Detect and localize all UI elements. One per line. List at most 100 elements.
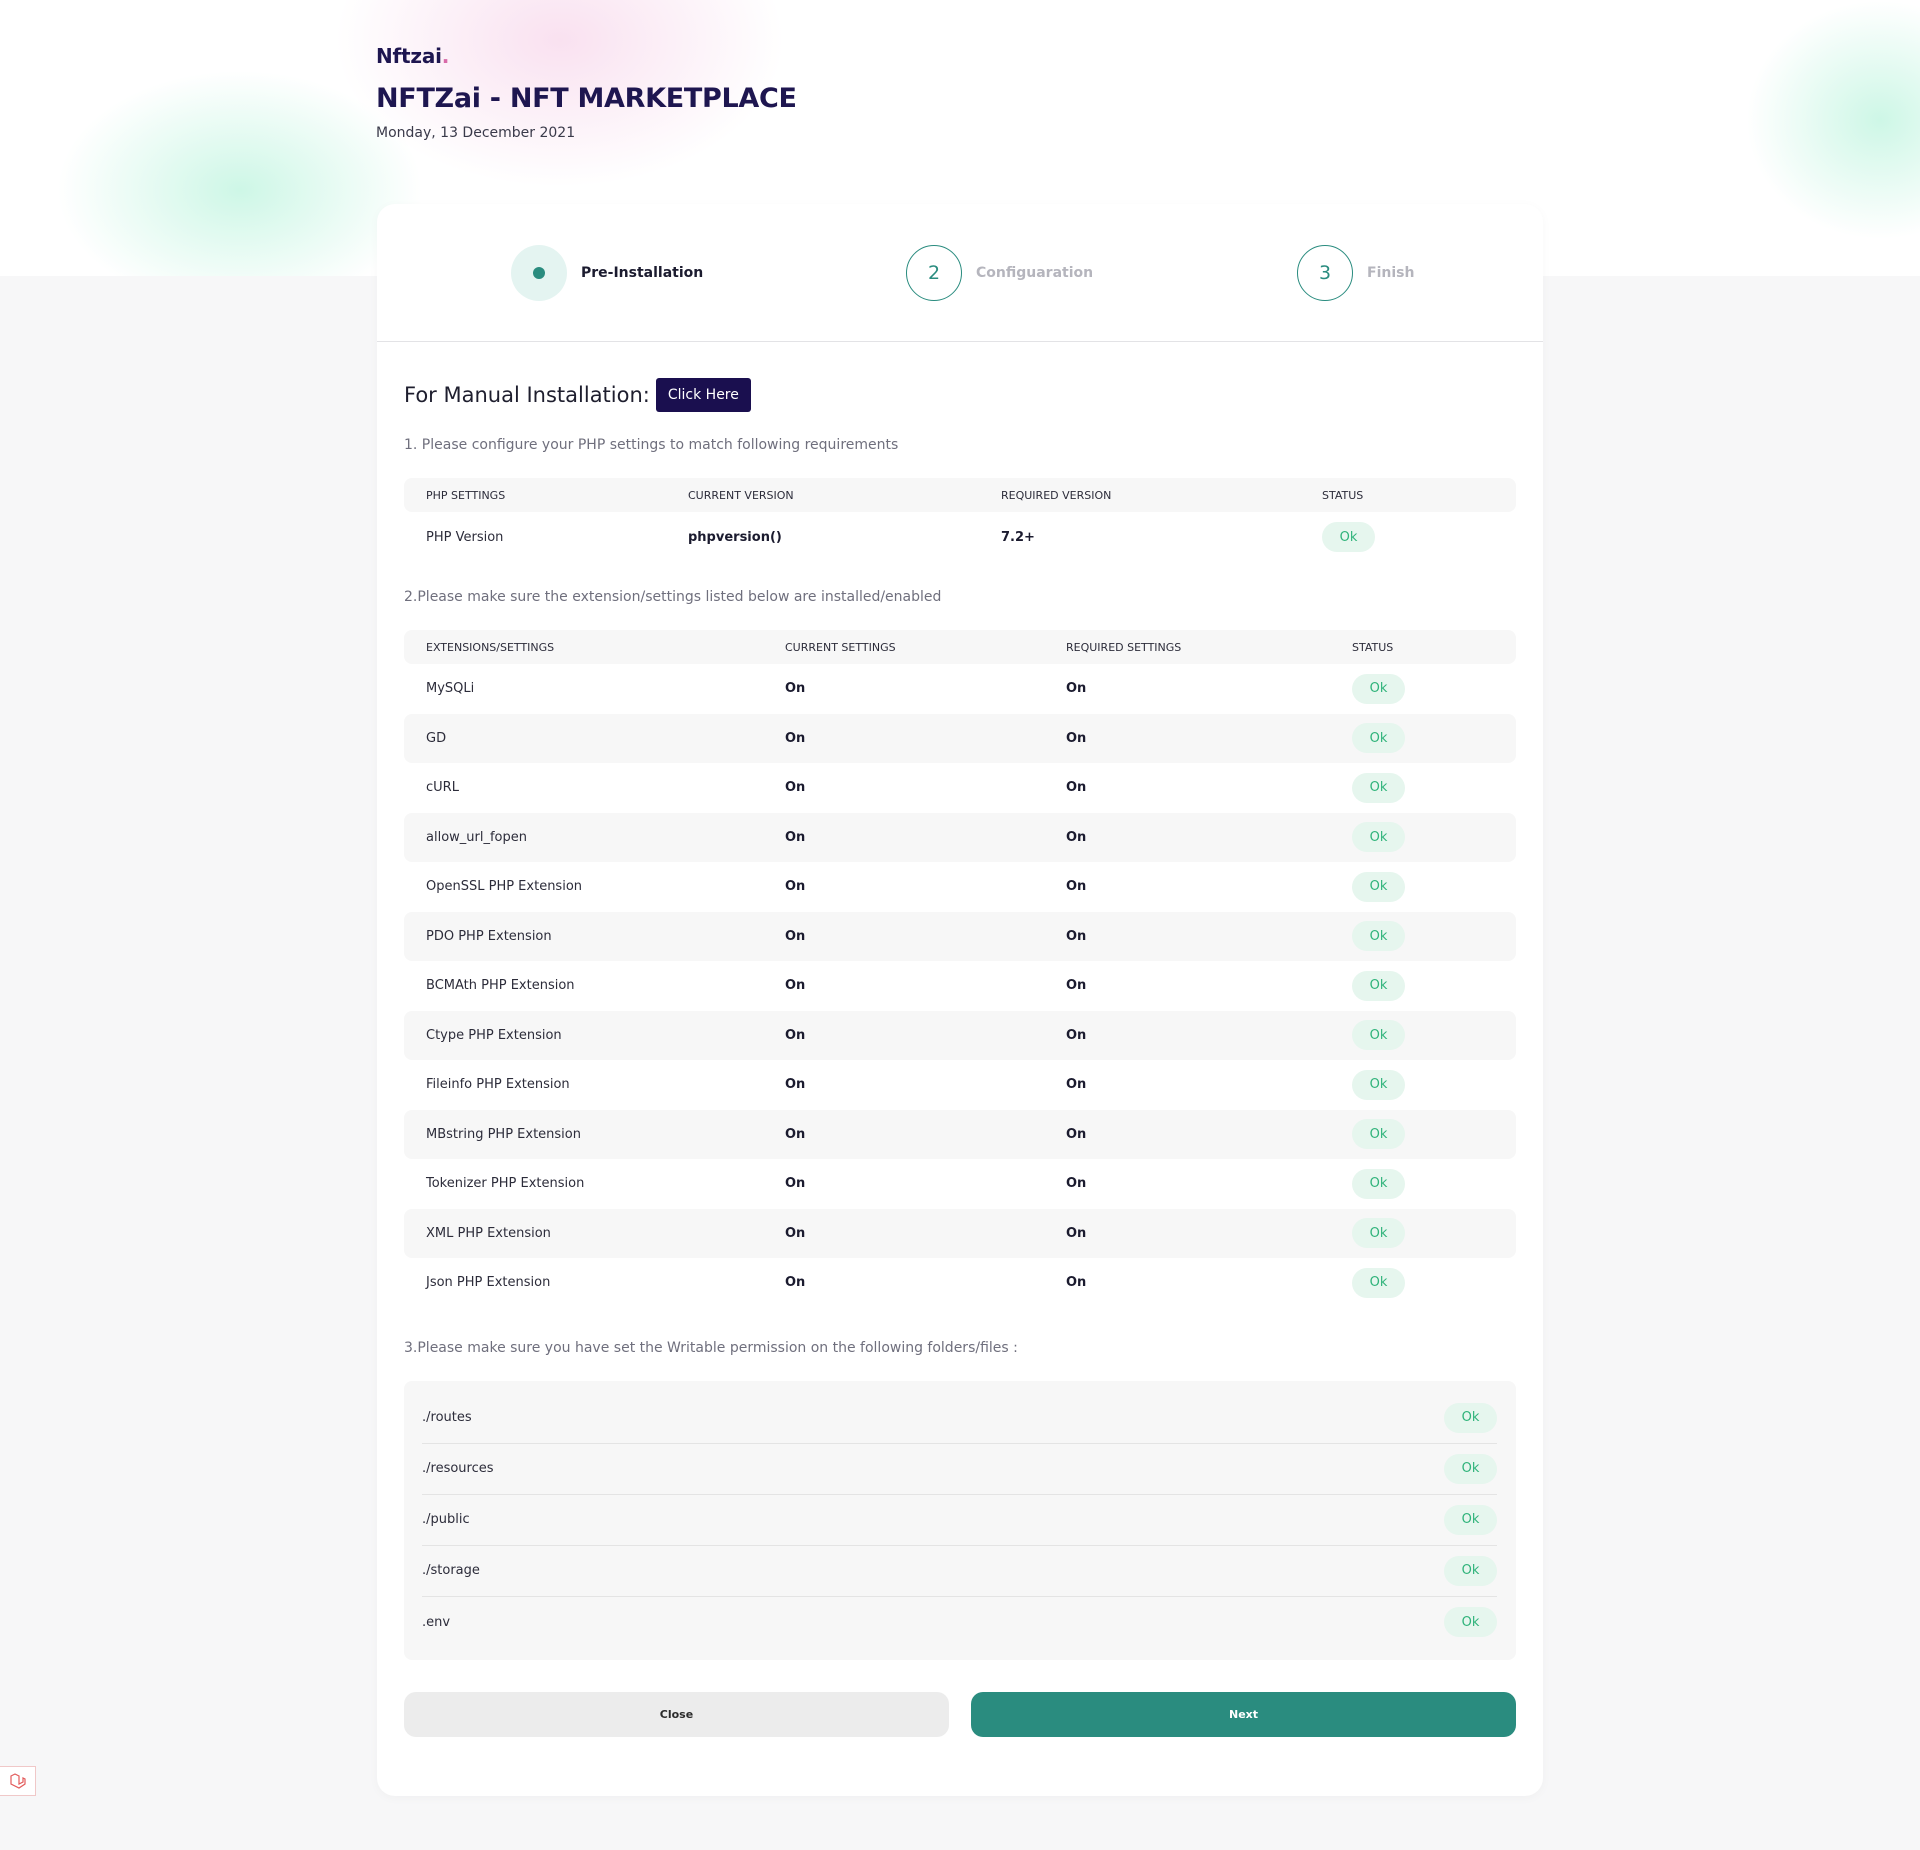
step-label: Pre-Installation: [581, 265, 704, 281]
logo[interactable]: Nftzai.: [376, 44, 797, 68]
required-setting: On: [1066, 1077, 1087, 1093]
dot-icon: [533, 267, 545, 279]
extensions-rows: MySQLi On On Ok GD On On Ok cURL On On Ok allow_url_…: [404, 664, 1516, 1308]
status-badge: Ok: [1352, 1267, 1405, 1298]
required-setting: On: [1066, 1126, 1087, 1142]
extension-name: Json PHP Extension: [426, 1275, 551, 1291]
table-header: PHP SETTINGS CURRENT VERSION REQUIRED VE…: [404, 478, 1516, 512]
header-cell: REQUIRED SETTINGS: [1066, 640, 1182, 654]
header-cell: STATUS: [1322, 488, 1364, 502]
extension-name: cURL: [426, 780, 459, 796]
table-row: XML PHP Extension On On Ok: [404, 1208, 1516, 1258]
required-setting: On: [1066, 1027, 1087, 1043]
required-setting: On: [1066, 1225, 1087, 1241]
table-row: Fileinfo PHP Extension On On Ok: [404, 1060, 1516, 1110]
required-setting: On: [1066, 978, 1087, 994]
table-row: Json PHP Extension On On Ok: [404, 1258, 1516, 1308]
status-badge: Ok: [1352, 921, 1405, 952]
required-setting: On: [1066, 879, 1087, 895]
table-row: MBstring PHP Extension On On Ok: [404, 1109, 1516, 1159]
extension-name: Tokenizer PHP Extension: [426, 1176, 585, 1192]
list-item: ./storage Ok: [422, 1546, 1497, 1597]
list-item: .env Ok: [422, 1597, 1497, 1648]
list-item: ./routes Ok: [422, 1393, 1497, 1444]
section-extensions-title: 2.Please make sure the extension/setting…: [404, 589, 942, 605]
status-badge: Ok: [1352, 1168, 1405, 1199]
status-badge: Ok: [1444, 1402, 1497, 1433]
folder-path: .env: [422, 1614, 451, 1630]
required-setting: On: [1066, 928, 1087, 944]
folder-path: ./resources: [422, 1461, 494, 1476]
table-row: BCMAth PHP Extension On On Ok: [404, 961, 1516, 1011]
step-label: Configuaration: [976, 265, 1094, 281]
header-cell: REQUIRED VERSION: [1001, 488, 1112, 502]
step-circle: 3: [1297, 245, 1353, 301]
table-row: Ctype PHP Extension On On Ok: [404, 1010, 1516, 1060]
folder-path: ./routes: [422, 1410, 472, 1425]
status-badge: Ok: [1444, 1607, 1497, 1637]
step-circle-active: [511, 245, 567, 301]
table-row: PHP Version phpversion() 7.2+ Ok: [404, 512, 1516, 562]
page-header: Nftzai. NFTZai - NFT MARKETPLACE Monday,…: [376, 44, 797, 141]
required-setting: On: [1066, 730, 1087, 746]
current-setting: On: [785, 780, 806, 796]
status-badge: Ok: [1352, 772, 1405, 803]
required-setting: On: [1066, 780, 1087, 796]
status-badge: Ok: [1352, 970, 1405, 1001]
current-setting: On: [785, 1225, 806, 1241]
extension-name: allow_url_fopen: [426, 829, 527, 845]
click-here-button[interactable]: Click Here: [655, 378, 751, 412]
actions-bar: Close Next: [404, 1691, 1516, 1737]
step-label: Finish: [1367, 265, 1415, 281]
header-cell: CURRENT SETTINGS: [785, 640, 896, 654]
status-badge: Ok: [1352, 1119, 1405, 1150]
page-title: NFTZai - NFT MARKETPLACE: [376, 83, 797, 114]
header-cell: PHP SETTINGS: [426, 488, 506, 502]
extension-name: BCMAth PHP Extension: [426, 978, 575, 994]
table-row: MySQLi On On Ok: [404, 664, 1516, 714]
card-content: For Manual Installation: Click Here 1. P…: [377, 378, 1543, 1737]
extension-name: PDO PHP Extension: [426, 928, 552, 944]
status-badge: Ok: [1444, 1504, 1497, 1535]
extension-name: GD: [426, 730, 447, 746]
required-setting: On: [1066, 1176, 1087, 1192]
required-value: 7.2+: [1001, 529, 1035, 545]
status-badge: Ok: [1352, 673, 1405, 704]
required-setting: On: [1066, 681, 1087, 697]
step-configuration: 2 Configuaration: [906, 245, 1093, 301]
current-setting: On: [785, 1176, 806, 1192]
status-badge: Ok: [1352, 871, 1405, 902]
extension-name: OpenSSL PHP Extension: [426, 879, 583, 895]
stepper: Pre-Installation 2 Configuaration 3 Fini…: [377, 204, 1543, 342]
table-row: PDO PHP Extension On On Ok: [404, 911, 1516, 961]
next-button[interactable]: Next: [971, 1691, 1516, 1737]
list-item: ./public Ok: [422, 1495, 1497, 1546]
installer-card: Pre-Installation 2 Configuaration 3 Fini…: [377, 204, 1543, 1796]
table-row: allow_url_fopen On On Ok: [404, 812, 1516, 862]
close-button[interactable]: Close: [404, 1691, 949, 1737]
current-setting: On: [785, 1027, 806, 1043]
header-cell: CURRENT VERSION: [688, 488, 794, 502]
status-badge: Ok: [1322, 522, 1375, 552]
extension-name: Fileinfo PHP Extension: [426, 1077, 570, 1093]
extension-name: Ctype PHP Extension: [426, 1027, 562, 1043]
laravel-icon[interactable]: [0, 1766, 36, 1796]
setting-name: PHP Version: [426, 529, 504, 545]
status-badge: Ok: [1352, 822, 1405, 853]
current-setting: On: [785, 1126, 806, 1142]
current-setting: On: [785, 829, 806, 845]
required-setting: On: [1066, 1275, 1087, 1291]
section-php-title: 1. Please configure your PHP settings to…: [404, 437, 899, 453]
step-finish: 3 Finish: [1297, 245, 1414, 301]
permissions-list: ./routes Ok ./resources Ok ./public Ok ./stora…: [404, 1380, 1516, 1660]
status-badge: Ok: [1352, 723, 1405, 754]
extension-name: MySQLi: [426, 681, 475, 697]
current-setting: On: [785, 928, 806, 944]
current-setting: On: [785, 1275, 806, 1291]
php-settings-table: PHP SETTINGS CURRENT VERSION REQUIRED VE…: [404, 478, 1516, 562]
current-setting: On: [785, 879, 806, 895]
step-pre-installation: Pre-Installation: [511, 245, 703, 301]
current-setting: On: [785, 1077, 806, 1093]
current-value: phpversion(): [688, 529, 782, 545]
folder-path: ./public: [422, 1512, 470, 1527]
